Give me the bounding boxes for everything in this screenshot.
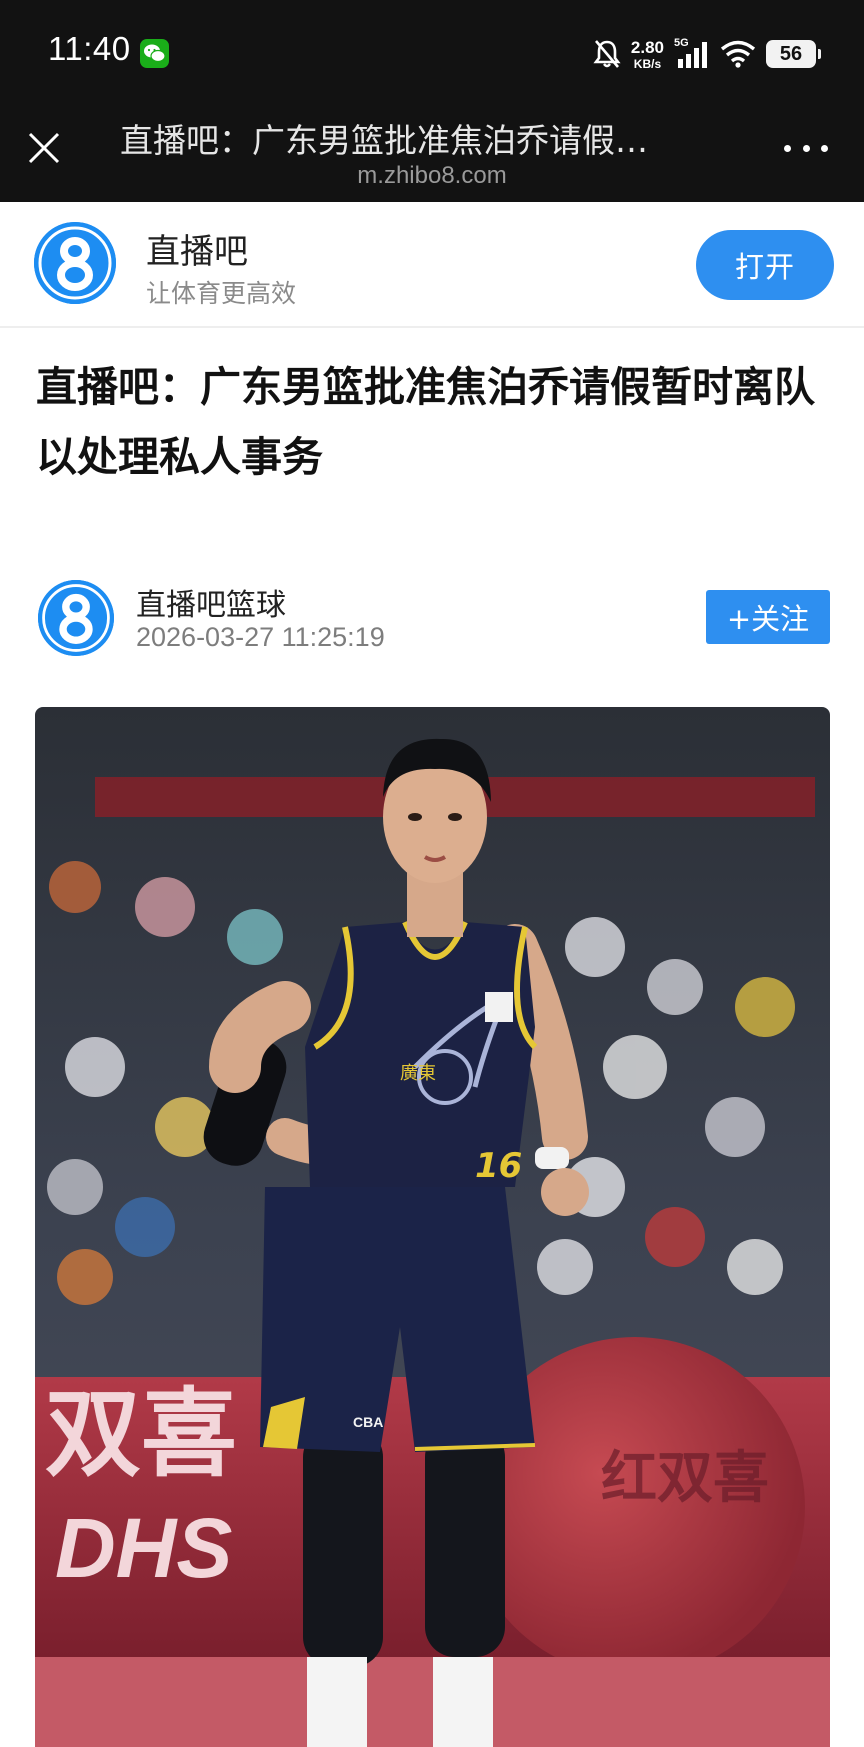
- jersey-number: 16: [475, 1146, 522, 1186]
- wifi-icon: [720, 40, 756, 68]
- page-url: m.zhibo8.com: [357, 162, 507, 189]
- open-app-button[interactable]: 打开: [696, 230, 834, 300]
- app-name: 直播吧: [146, 232, 248, 272]
- signal-icon: 5G: [674, 37, 710, 69]
- jersey-team: 廣東: [400, 1063, 436, 1084]
- wechat-icon: [140, 39, 169, 68]
- battery-icon: 56: [766, 40, 821, 68]
- author-avatar[interactable]: [38, 580, 114, 656]
- status-bar: 11:40 2.80 KB/s 5G 56: [0, 0, 864, 96]
- more-dots-icon: [784, 144, 791, 152]
- net-speed: 2.80 KB/s: [631, 39, 664, 70]
- ad-text-cn: 双喜: [45, 1378, 237, 1490]
- shorts-logo: CBA: [353, 1414, 383, 1430]
- app-download-banner: 直播吧 让体育更高效 打开: [0, 202, 864, 328]
- article-title: 直播吧：广东男篮批准焦泊乔请假暂时离队以处理私人事务: [36, 363, 815, 481]
- net-speed-value: 2.80: [630, 37, 664, 57]
- status-indicators: 2.80 KB/s 5G 56: [593, 34, 821, 74]
- more-button[interactable]: [784, 136, 828, 160]
- close-icon: [28, 132, 60, 164]
- bell-muted-icon: [593, 40, 621, 68]
- follow-button[interactable]: +关注: [706, 590, 830, 644]
- status-time: 11:40: [48, 30, 131, 67]
- browser-title-bar: 直播吧：广东男篮批准焦泊乔请假… m.zhibo8.com: [0, 96, 864, 202]
- more-dot: [802, 144, 810, 152]
- zhibo8-logo-icon: [34, 222, 116, 304]
- page-title: 直播吧：广东男篮批准焦泊乔请假…: [120, 121, 648, 160]
- author-name[interactable]: 直播吧篮球: [136, 580, 286, 624]
- article-photo[interactable]: 红双喜 双喜 DHS 廣東 16 CBA: [35, 707, 830, 1747]
- ad-text-en: DHS: [55, 1501, 232, 1595]
- app-slogan: 让体育更高效: [146, 279, 297, 308]
- more-dot: [821, 144, 828, 152]
- battery-level: 56: [779, 42, 803, 65]
- publish-time: 2026-03-27 11:25:19: [136, 622, 385, 652]
- ball-text: 红双喜: [601, 1446, 769, 1511]
- net-speed-unit: KB/s: [633, 56, 662, 71]
